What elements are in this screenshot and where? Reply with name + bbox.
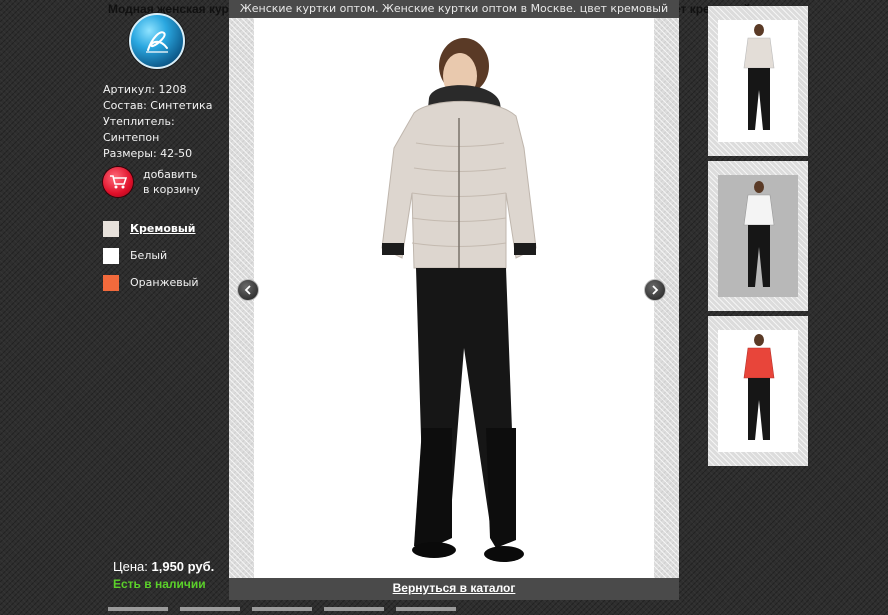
thumbnail-image <box>718 20 798 142</box>
next-image-button[interactable] <box>644 279 666 301</box>
shopping-cart-icon[interactable] <box>103 167 133 197</box>
previous-image-button[interactable] <box>237 279 259 301</box>
insulation-value: Синтепон <box>103 131 160 144</box>
lightbox: Женские куртки оптом. Женские куртки опт… <box>229 0 679 600</box>
chevron-right-icon <box>652 285 659 295</box>
color-option-orange[interactable]: Оранжевый <box>103 274 228 301</box>
thumbnail-strip <box>108 596 828 611</box>
add-to-cart-line2: в корзину <box>143 183 201 196</box>
thumbnail-cream[interactable] <box>708 6 808 156</box>
color-label-orange[interactable]: Оранжевый <box>130 276 199 289</box>
color-swatch-white[interactable] <box>103 248 119 264</box>
color-option-white[interactable]: Белый <box>103 247 228 274</box>
color-options: Кремовый Белый Оранжевый <box>103 220 228 301</box>
model-photo-image <box>381 38 537 562</box>
stock-status: Есть в наличии <box>113 577 206 591</box>
thumbnail-white[interactable] <box>708 161 808 311</box>
strip-item[interactable] <box>396 607 456 611</box>
price: Цена: 1,950 руб. <box>113 559 214 574</box>
color-swatch-orange[interactable] <box>103 275 119 291</box>
thumbnail-image <box>718 330 798 452</box>
price-label: Цена: <box>113 559 148 574</box>
product-photo <box>254 18 654 578</box>
add-to-cart-label[interactable]: добавить в корзину <box>143 167 200 197</box>
add-to-cart-button[interactable]: добавить в корзину <box>103 167 228 203</box>
color-option-cream[interactable]: Кремовый <box>103 220 228 247</box>
logo[interactable] <box>129 13 185 69</box>
thumbnail-orange[interactable] <box>708 316 808 466</box>
insulation-label: Утеплитель: <box>103 115 175 128</box>
back-to-catalog-link[interactable]: Вернуться в каталог <box>229 581 679 595</box>
strip-item[interactable] <box>252 607 312 611</box>
strip-item[interactable] <box>324 607 384 611</box>
chevron-left-icon <box>244 285 251 295</box>
sizes: Размеры: 42-50 <box>103 147 193 160</box>
signature-icon <box>146 31 168 53</box>
composition: Состав: Синтетика <box>103 99 213 112</box>
color-swatch-cream[interactable] <box>103 221 119 237</box>
strip-item[interactable] <box>180 607 240 611</box>
add-to-cart-line1: добавить <box>143 168 198 181</box>
product-specs: Артикул: 1208 Состав: Синтетика Утеплите… <box>103 82 228 162</box>
article-number: Артикул: 1208 <box>103 83 187 96</box>
color-label-white[interactable]: Белый <box>130 249 167 262</box>
lightbox-caption: Женские куртки оптом. Женские куртки опт… <box>229 0 679 18</box>
price-value: 1,950 руб. <box>151 559 215 574</box>
strip-item[interactable] <box>108 607 168 611</box>
thumbnail-image <box>718 175 798 297</box>
color-label-cream[interactable]: Кремовый <box>130 222 196 235</box>
